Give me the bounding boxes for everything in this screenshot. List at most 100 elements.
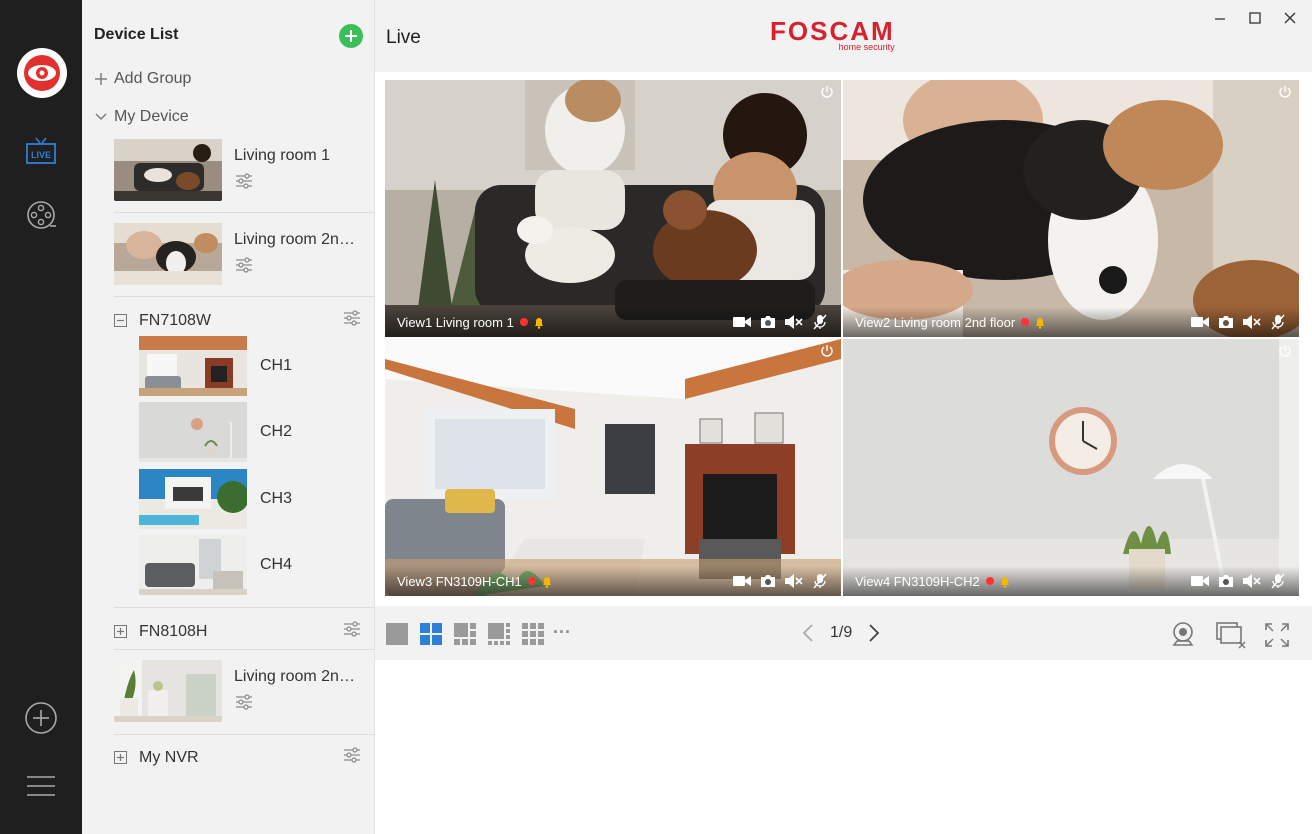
plus-circle-icon bbox=[25, 702, 57, 734]
pager: 1/9 bbox=[800, 622, 882, 644]
view-overlay-bar: View1 Living room 1 bbox=[385, 307, 841, 337]
playback-nav-button[interactable] bbox=[21, 195, 61, 235]
view-toolbar: ··· 1/9 bbox=[375, 606, 1312, 660]
live-view-1[interactable]: View1 Living room 1 bbox=[385, 80, 841, 337]
record-indicator-icon bbox=[985, 577, 994, 585]
live-view-grid: View1 Living room 1 View2 Living room 2n… bbox=[385, 80, 1299, 596]
power-button[interactable] bbox=[819, 343, 835, 359]
video-camera-icon bbox=[1191, 317, 1209, 327]
record-video-button[interactable] bbox=[1191, 573, 1209, 589]
power-icon bbox=[1279, 345, 1291, 357]
power-icon bbox=[821, 345, 833, 357]
close-all-views-button[interactable] bbox=[1215, 620, 1247, 650]
nvr-settings-button[interactable] bbox=[342, 621, 362, 642]
add-nav-button[interactable] bbox=[21, 698, 61, 738]
channel-item-ch3[interactable]: CH3 bbox=[139, 469, 292, 529]
device-settings-button[interactable] bbox=[234, 694, 254, 710]
device-settings-button[interactable] bbox=[234, 173, 254, 189]
mute-button[interactable] bbox=[1243, 314, 1261, 330]
nvr-fn8108h[interactable]: FN8108H bbox=[114, 621, 362, 642]
snapshot-button[interactable] bbox=[1217, 573, 1235, 589]
divider bbox=[114, 212, 374, 213]
device-name: Living room 2nd floor bbox=[234, 668, 362, 685]
microphone-off-icon bbox=[813, 314, 827, 330]
device-thumbnail bbox=[114, 223, 222, 285]
minimize-button[interactable] bbox=[1210, 8, 1230, 28]
camera-feed bbox=[385, 339, 841, 596]
layout-1plus5-icon bbox=[454, 623, 476, 645]
record-video-button[interactable] bbox=[733, 573, 751, 589]
device-item-living-room-2nd-floor-2[interactable]: Living room 2nd floor bbox=[114, 660, 366, 722]
live-nav-button[interactable]: LIVE bbox=[21, 131, 61, 171]
webcam-button[interactable] bbox=[1167, 620, 1199, 650]
plus-icon bbox=[345, 30, 357, 42]
nvr-my-nvr[interactable]: My NVR bbox=[114, 747, 362, 768]
nvr-settings-button[interactable] bbox=[342, 747, 362, 768]
add-device-button[interactable] bbox=[339, 24, 363, 48]
brand-logo: FOSCAM home security bbox=[770, 18, 895, 52]
microphone-off-button[interactable] bbox=[811, 314, 829, 330]
mute-button[interactable] bbox=[1243, 573, 1261, 589]
device-list-title: Device List bbox=[94, 26, 179, 43]
record-video-button[interactable] bbox=[1191, 314, 1209, 330]
device-settings-button[interactable] bbox=[234, 257, 254, 273]
channel-item-ch1[interactable]: CH1 bbox=[139, 336, 292, 396]
view-label: View1 Living room 1 bbox=[397, 314, 514, 330]
microphone-off-button[interactable] bbox=[1269, 314, 1287, 330]
channel-label: CH2 bbox=[260, 423, 293, 440]
power-button[interactable] bbox=[819, 84, 835, 100]
nvr-settings-button[interactable] bbox=[342, 310, 362, 331]
microphone-off-button[interactable] bbox=[1269, 573, 1287, 589]
device-item-living-room-2nd-floor[interactable]: Living room 2nd floor bbox=[114, 223, 366, 285]
close-button[interactable] bbox=[1280, 8, 1300, 28]
layout-1plus7-button[interactable] bbox=[487, 622, 511, 646]
fullscreen-button[interactable] bbox=[1261, 620, 1293, 650]
device-item-living-room-1[interactable]: Living room 1 bbox=[114, 139, 366, 201]
live-view-4[interactable]: View4 FN3109H-CH2 bbox=[843, 339, 1299, 596]
layout-1x1-button[interactable] bbox=[385, 622, 409, 646]
mute-button[interactable] bbox=[785, 573, 803, 589]
view-overlay-bar: View2 Living room 2nd floor bbox=[843, 307, 1299, 337]
add-group-button[interactable]: Add Group bbox=[94, 70, 191, 88]
device-name: Living room 2nd floor bbox=[234, 231, 362, 248]
live-view-3[interactable]: View3 FN3109H-CH1 bbox=[385, 339, 841, 596]
microphone-off-button[interactable] bbox=[811, 573, 829, 589]
live-main: Live FOSCAM home security View1 Living r… bbox=[375, 0, 1312, 834]
microphone-off-icon bbox=[813, 573, 827, 589]
record-video-button[interactable] bbox=[733, 314, 751, 330]
device-thumbnail bbox=[114, 660, 222, 722]
live-view-2[interactable]: View2 Living room 2nd floor bbox=[843, 80, 1299, 337]
sliders-icon bbox=[344, 621, 360, 637]
next-page-button[interactable] bbox=[866, 622, 882, 644]
expand-icon bbox=[114, 625, 127, 638]
channel-item-ch4[interactable]: CH4 bbox=[139, 535, 292, 595]
layout-2x2-button[interactable] bbox=[419, 622, 443, 646]
menu-button[interactable] bbox=[21, 766, 61, 806]
power-button[interactable] bbox=[1277, 343, 1293, 359]
snapshot-button[interactable] bbox=[759, 314, 777, 330]
sliders-icon bbox=[236, 173, 252, 189]
close-windows-icon bbox=[1216, 622, 1246, 649]
snapshot-button[interactable] bbox=[759, 573, 777, 589]
close-icon bbox=[1284, 12, 1296, 24]
video-camera-icon bbox=[733, 317, 751, 327]
maximize-button[interactable] bbox=[1245, 8, 1265, 28]
power-icon bbox=[1279, 86, 1291, 98]
brand-name: FOSCAM bbox=[770, 16, 895, 46]
sliders-icon bbox=[344, 310, 360, 326]
previous-page-button[interactable] bbox=[800, 622, 816, 644]
nvr-fn7108w[interactable]: FN7108W bbox=[114, 310, 362, 331]
add-group-label: Add Group bbox=[114, 70, 192, 87]
more-layouts-button[interactable]: ··· bbox=[553, 622, 583, 646]
snapshot-button[interactable] bbox=[1217, 314, 1235, 330]
channel-label: CH4 bbox=[260, 556, 293, 573]
channel-item-ch2[interactable]: CH2 bbox=[139, 402, 292, 462]
layout-1plus5-button[interactable] bbox=[453, 622, 477, 646]
mute-button[interactable] bbox=[785, 314, 803, 330]
my-device-group[interactable]: My Device bbox=[94, 108, 189, 126]
layout-3x3-button[interactable] bbox=[521, 622, 545, 646]
video-camera-icon bbox=[733, 576, 751, 586]
record-indicator-icon bbox=[519, 318, 528, 326]
power-button[interactable] bbox=[1277, 84, 1293, 100]
layout-nine-icon bbox=[522, 623, 544, 645]
